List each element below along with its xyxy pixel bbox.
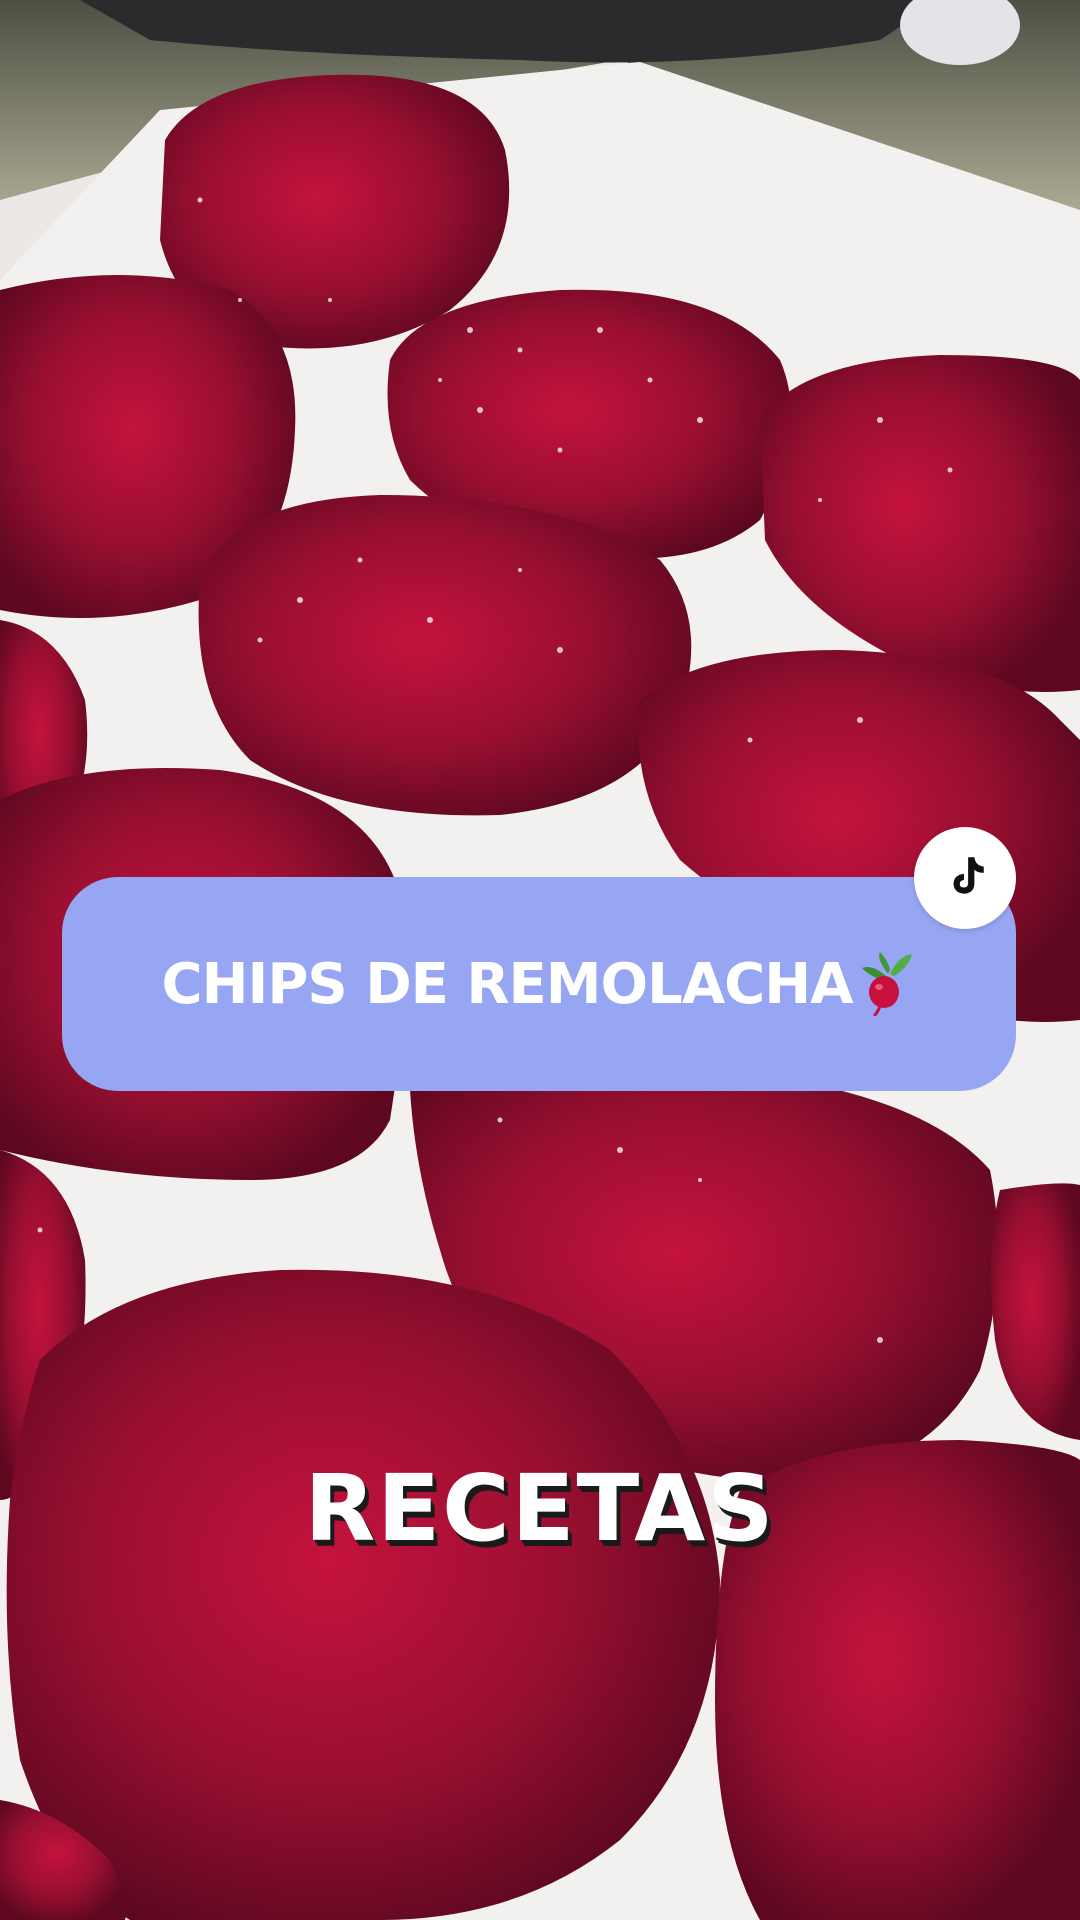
title-text: CHIPS DE REMOLACHA: [161, 951, 854, 1017]
tiktok-icon: [940, 851, 990, 905]
radish-icon: [858, 952, 916, 1018]
tiktok-badge: [914, 827, 1016, 929]
beet-slice: [198, 495, 692, 816]
beet-slice: [6, 1269, 720, 1920]
caption-text: RECETAS: [304, 1455, 776, 1562]
title-banner: CHIPS DE REMOLACHA: [62, 877, 1016, 1091]
